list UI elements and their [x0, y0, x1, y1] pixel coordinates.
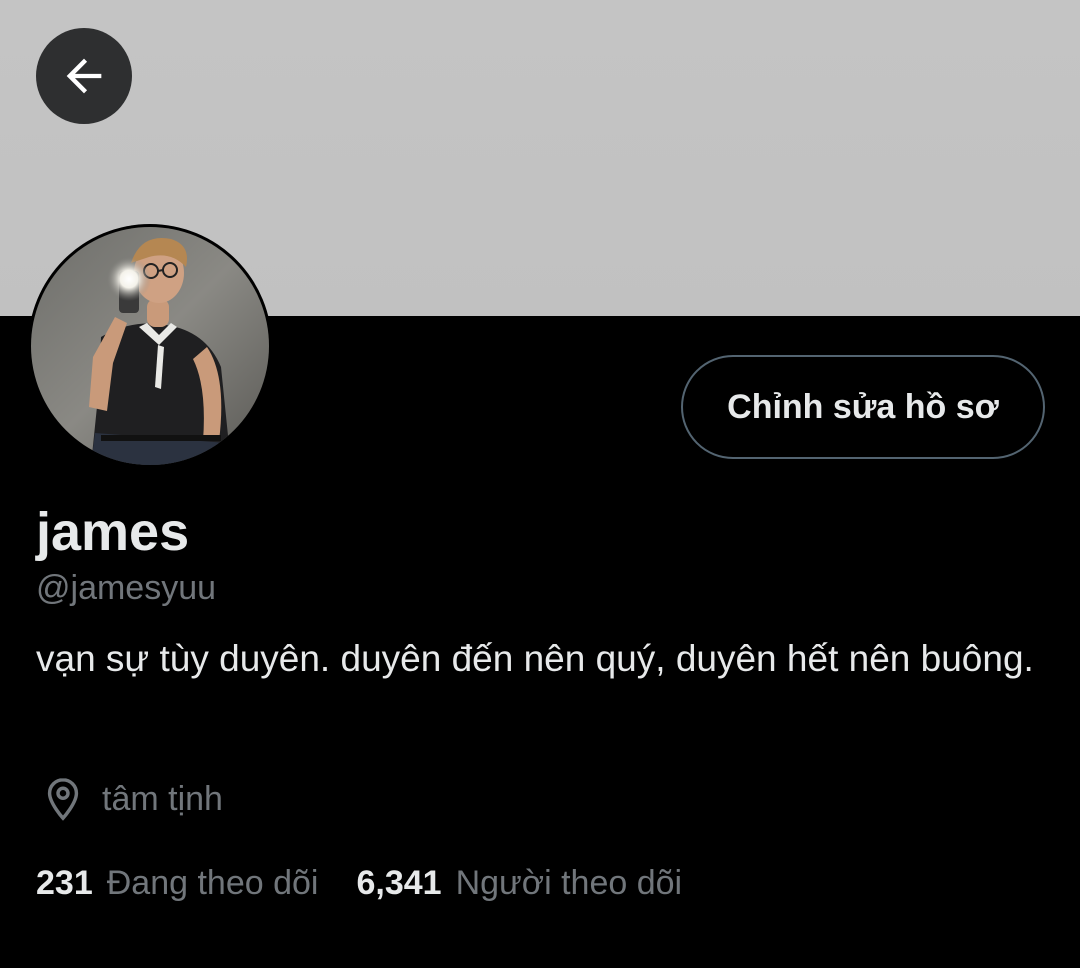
follow-stats: 231 Đang theo dõi 6,341 Người theo dõi [36, 864, 720, 903]
following-count: 231 [36, 864, 93, 902]
back-button[interactable] [36, 28, 132, 124]
profile-page: Chỉnh sửa hồ sơ james @jamesyuu vạn sự t… [0, 0, 1080, 968]
location-text: tâm tịnh [102, 779, 223, 818]
edit-profile-button[interactable]: Chỉnh sửa hồ sơ [681, 355, 1045, 459]
avatar[interactable] [31, 227, 269, 465]
followers-count: 6,341 [356, 864, 442, 902]
user-handle: @jamesyuu [36, 569, 217, 607]
following-link[interactable]: 231 Đang theo dõi [36, 864, 318, 903]
profile-location: tâm tịnh [40, 776, 223, 822]
following-label: Đang theo dõi [106, 864, 319, 902]
profile-bio: vạn sự tùy duyên. duyên đến nên quý, duy… [36, 638, 1034, 679]
followers-label: Người theo dõi [455, 864, 683, 902]
location-pin-icon [47, 778, 79, 821]
followers-link[interactable]: 6,341 Người theo dõi [356, 864, 682, 903]
edit-profile-label: Chỉnh sửa hồ sơ [727, 387, 999, 426]
arrow-left-icon [66, 58, 102, 94]
display-name: james [36, 502, 190, 562]
avatar-frame[interactable] [28, 224, 272, 468]
